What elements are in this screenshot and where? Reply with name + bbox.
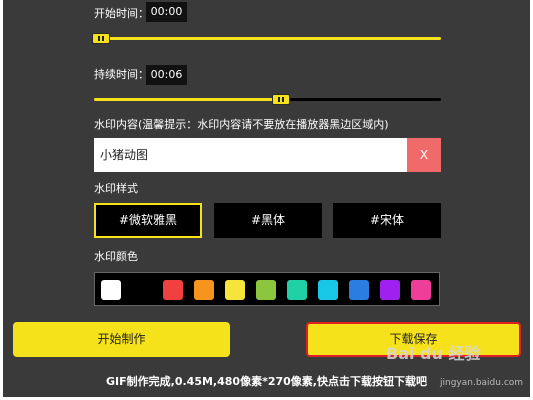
- watermark-content-label: 水印内容(温馨提示：水印内容请不要放在播放器黑边区域内): [94, 118, 389, 131]
- font-option-songti[interactable]: #宋体: [333, 203, 441, 238]
- font-option-heiti[interactable]: #黑体: [214, 203, 322, 238]
- clear-text-button[interactable]: X: [407, 138, 441, 172]
- watermark-style-label: 水印样式: [94, 182, 138, 195]
- color-swatch[interactable]: [163, 280, 183, 300]
- color-palette: [94, 272, 440, 306]
- start-time-slider-handle[interactable]: [91, 33, 110, 44]
- color-swatch[interactable]: [101, 280, 121, 300]
- duration-slider-handle[interactable]: [272, 94, 291, 105]
- color-swatch[interactable]: [287, 280, 307, 300]
- duration-slider-track[interactable]: [281, 98, 441, 101]
- duration-value[interactable]: 00:06: [146, 65, 187, 85]
- duration-slider-fill: [94, 98, 282, 101]
- baidu-url-watermark: jingyan.baidu.com: [440, 378, 524, 388]
- font-option-msyh[interactable]: #微软雅黑: [94, 203, 202, 238]
- baidu-logo-watermark: Bai du 经验: [386, 344, 481, 363]
- color-swatch[interactable]: [194, 280, 214, 300]
- start-making-button[interactable]: 开始制作: [13, 322, 230, 357]
- duration-label: 持续时间：: [94, 68, 149, 81]
- start-time-label: 开始时间：: [94, 7, 149, 20]
- color-swatch[interactable]: [411, 280, 431, 300]
- color-swatch[interactable]: [256, 280, 276, 300]
- color-swatch[interactable]: [225, 280, 245, 300]
- watermark-color-label: 水印颜色: [94, 250, 138, 263]
- start-time-slider-track[interactable]: [94, 37, 441, 40]
- watermark-text-input[interactable]: 小猪动图: [94, 138, 407, 172]
- color-swatch[interactable]: [349, 280, 369, 300]
- color-swatch[interactable]: [132, 280, 152, 300]
- color-swatch[interactable]: [380, 280, 400, 300]
- start-time-value[interactable]: 00:00: [146, 2, 187, 22]
- color-swatch[interactable]: [318, 280, 338, 300]
